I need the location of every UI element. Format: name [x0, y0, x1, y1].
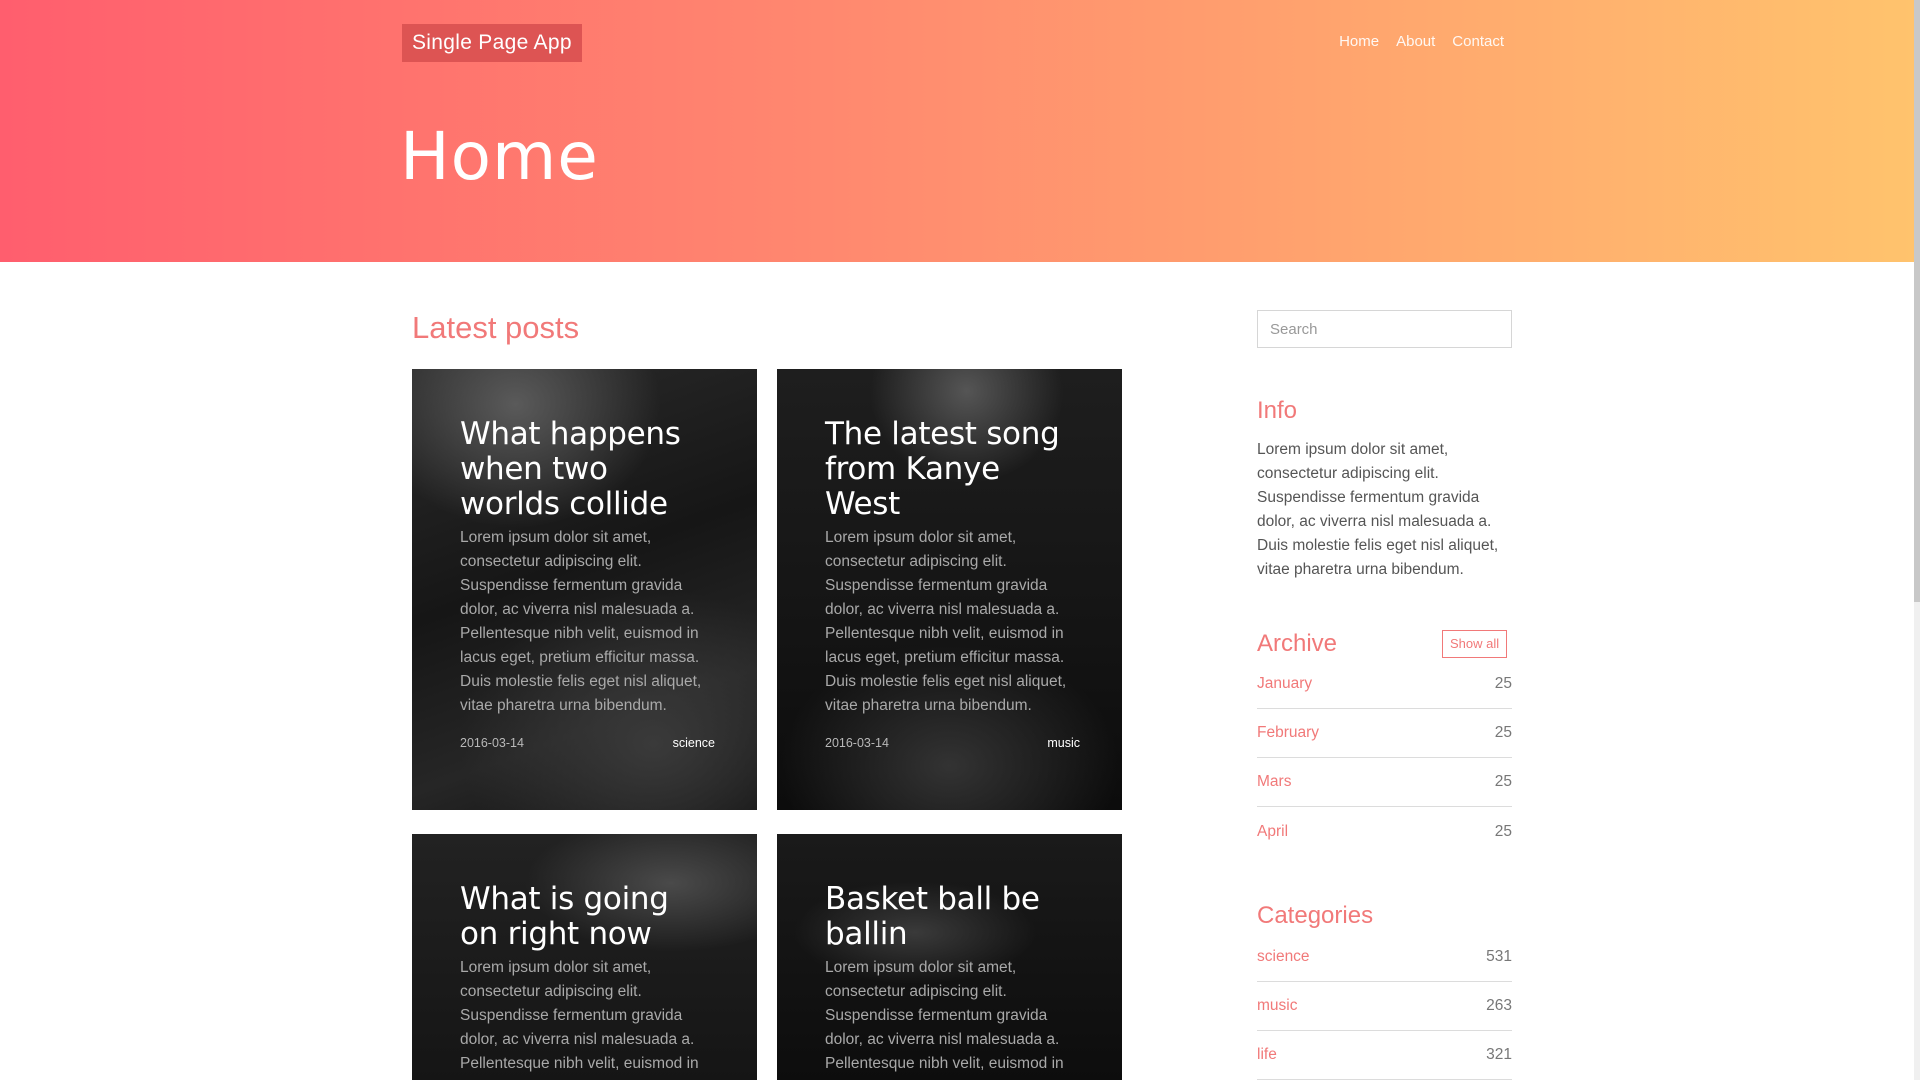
post-card[interactable]: Basket ball be ballin Lorem ipsum dolor …: [777, 834, 1122, 1080]
post-excerpt: Lorem ipsum dolor sit amet, consectetur …: [825, 959, 1064, 1072]
post-content: Basket ball be ballin Lorem ipsum dolor …: [825, 882, 1080, 1076]
post-title[interactable]: Basket ball be ballin: [825, 882, 1080, 952]
categories-list: science 531 music 263 life 321: [1257, 933, 1512, 1080]
category-name[interactable]: science: [1257, 948, 1310, 966]
category-name[interactable]: music: [1257, 997, 1297, 1015]
post-card[interactable]: What is going on right now Lorem ipsum d…: [412, 834, 757, 1080]
post-title[interactable]: The latest song from Kanye West: [825, 417, 1080, 522]
post-content: What happens when two worlds collide Lor…: [460, 417, 715, 751]
category-count: 531: [1486, 948, 1512, 965]
archive-month[interactable]: January: [1257, 675, 1312, 693]
post-content: What is going on right now Lorem ipsum d…: [460, 882, 715, 1076]
archive-item[interactable]: January 25: [1257, 660, 1512, 709]
post-excerpt: Lorem ipsum dolor sit amet, consectetur …: [460, 529, 702, 714]
latest-posts-heading: Latest posts: [412, 310, 580, 345]
archive-heading: Archive: [1257, 630, 1338, 657]
post-meta: 2016-03-14 science: [460, 736, 715, 750]
archive-count: 25: [1494, 724, 1512, 741]
brand-logo[interactable]: Single Page App: [402, 24, 582, 62]
post-excerpt: Lorem ipsum dolor sit amet, consectetur …: [460, 959, 699, 1072]
archive-item[interactable]: Mars 25: [1257, 758, 1512, 807]
nav-link-about[interactable]: About: [1396, 33, 1435, 50]
info-heading: Info: [1257, 397, 1298, 424]
post-card[interactable]: The latest song from Kanye West Lorem ip…: [777, 369, 1122, 810]
search-input[interactable]: [1257, 310, 1512, 348]
post-title[interactable]: What happens when two worlds collide: [460, 417, 715, 522]
archive-item[interactable]: February 25: [1257, 709, 1512, 758]
post-date: 2016-03-14: [460, 736, 524, 750]
archive-month[interactable]: February: [1257, 724, 1319, 742]
category-item[interactable]: life 321: [1257, 1031, 1512, 1080]
category-item[interactable]: science 531: [1257, 933, 1512, 982]
post-tag[interactable]: music: [1047, 736, 1080, 750]
show-all-button[interactable]: Show all: [1442, 630, 1508, 658]
archive-count: 25: [1494, 773, 1512, 790]
post-title[interactable]: What is going on right now: [460, 882, 715, 952]
post-content: The latest song from Kanye West Lorem ip…: [825, 417, 1080, 751]
post-card[interactable]: What happens when two worlds collide Lor…: [412, 369, 757, 810]
hero-header: Single Page App Home About Contact Home: [0, 0, 1914, 262]
post-date: 2016-03-14: [825, 736, 889, 750]
archive-month[interactable]: Mars: [1257, 773, 1291, 791]
archive-month[interactable]: April: [1257, 823, 1288, 841]
archive-list: January 25 February 25 Mars 25 April 25: [1257, 660, 1512, 856]
page-title: Home: [400, 118, 599, 195]
post-meta: 2016-03-14 music: [825, 736, 1080, 750]
category-count: 263: [1486, 997, 1512, 1014]
archive-count: 25: [1494, 822, 1512, 840]
category-name[interactable]: life: [1257, 1046, 1277, 1064]
nav-link-home[interactable]: Home: [1339, 33, 1379, 50]
top-nav: Home About Contact: [1339, 33, 1504, 50]
category-count: 321: [1486, 1046, 1512, 1063]
scrollbar-thumb[interactable]: [1914, 0, 1920, 602]
post-excerpt: Lorem ipsum dolor sit amet, consectetur …: [825, 529, 1067, 714]
nav-link-contact[interactable]: Contact: [1452, 33, 1504, 50]
post-tag[interactable]: science: [673, 736, 715, 750]
category-item[interactable]: music 263: [1257, 982, 1512, 1031]
archive-item[interactable]: April 25: [1257, 807, 1512, 856]
categories-heading: Categories: [1257, 902, 1374, 929]
archive-count: 25: [1494, 675, 1512, 692]
info-text: Lorem ipsum dolor sit amet, consectetur …: [1257, 441, 1499, 578]
